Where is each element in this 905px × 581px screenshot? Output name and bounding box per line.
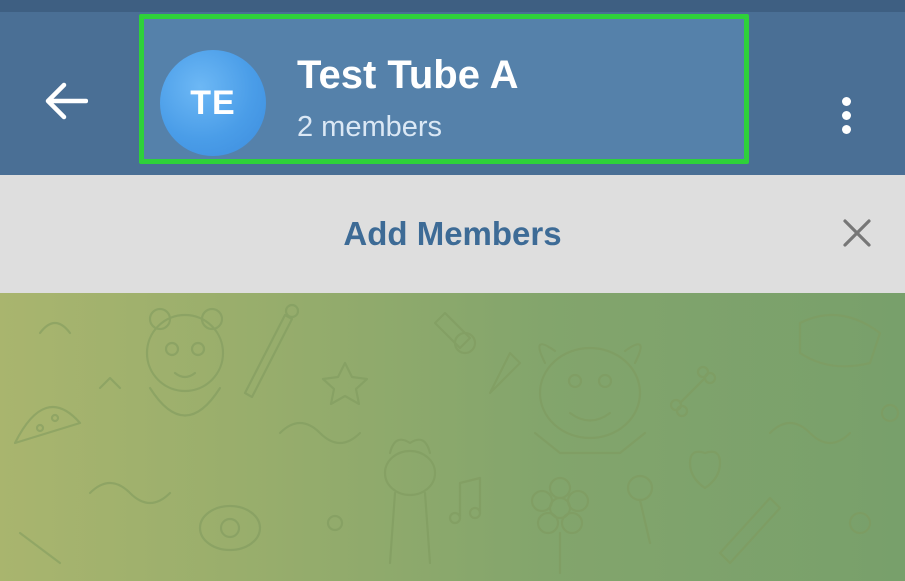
chat-info-button[interactable]: TE Test Tube A 2 members bbox=[144, 19, 744, 159]
member-count: 2 members bbox=[297, 111, 443, 143]
more-vertical-icon-dot bbox=[841, 110, 851, 120]
add-members-bar: Add Members bbox=[0, 175, 905, 293]
chat-background bbox=[0, 293, 905, 581]
close-bar-button[interactable] bbox=[833, 211, 881, 259]
close-icon bbox=[842, 218, 872, 253]
avatar-initials: TE bbox=[190, 83, 236, 122]
status-bar bbox=[0, 0, 905, 12]
more-vertical-icon bbox=[841, 96, 851, 106]
add-members-button[interactable]: Add Members bbox=[0, 175, 905, 293]
back-button[interactable] bbox=[36, 78, 96, 128]
more-vertical-icon-dot bbox=[841, 124, 851, 134]
arrow-left-icon bbox=[44, 81, 89, 126]
avatar: TE bbox=[160, 50, 266, 156]
chat-title: Test Tube A bbox=[297, 53, 519, 97]
more-options-button[interactable] bbox=[826, 90, 866, 140]
doodle-pattern bbox=[13, 303, 900, 575]
telegram-chat-screen: TE Test Tube A 2 members Add Members bbox=[0, 0, 905, 581]
